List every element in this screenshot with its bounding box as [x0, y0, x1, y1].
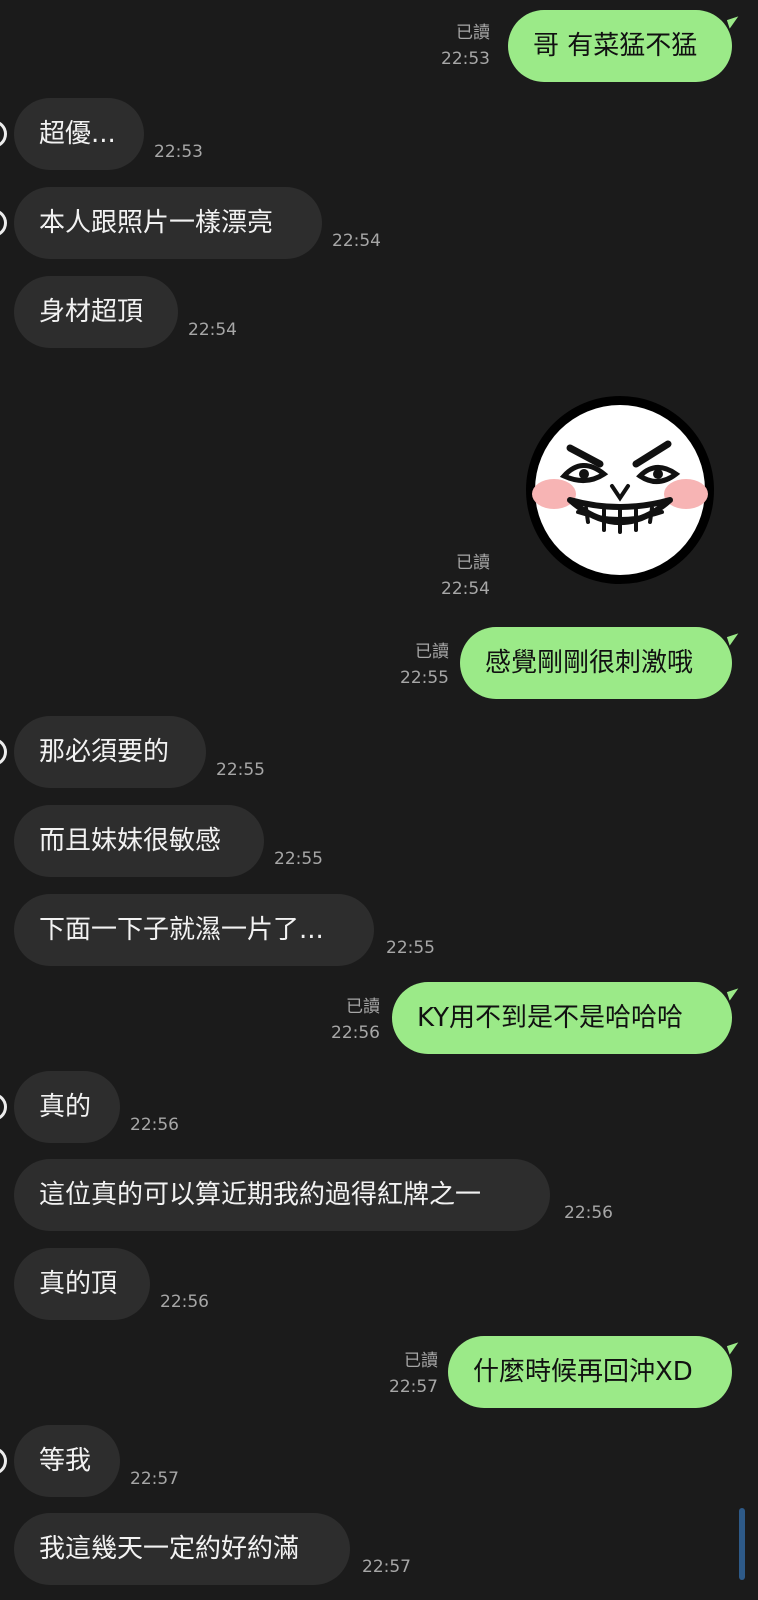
message-row-incoming: 那必須要的 22:55 [0, 716, 758, 788]
message-row-outgoing: 已讀 22:57 什麼時候再回沖XD [0, 1336, 758, 1408]
message-bubble[interactable]: 那必須要的 [14, 716, 206, 788]
message-time: 22:54 [188, 320, 237, 340]
message-time: 22:55 [400, 668, 449, 688]
read-receipt: 已讀 [415, 642, 449, 662]
message-bubble[interactable]: 身材超頂 [14, 276, 178, 348]
message-meta: 已讀 22:55 [400, 639, 449, 691]
message-meta: 已讀 22:57 [389, 1348, 438, 1400]
message-bubble[interactable]: 本人跟照片一樣漂亮 [14, 187, 322, 259]
message-bubble[interactable]: 等我 [14, 1425, 120, 1497]
read-receipt: 已讀 [346, 997, 380, 1017]
message-time: 22:55 [216, 760, 265, 780]
message-row-outgoing: 已讀 22:53 哥 有菜猛不猛 [0, 10, 758, 82]
message-time: 22:56 [160, 1292, 209, 1312]
sender-avatar[interactable] [0, 1093, 7, 1121]
message-time: 22:57 [389, 1377, 438, 1397]
message-bubble[interactable]: 真的 [14, 1071, 120, 1143]
message-time: 22:56 [130, 1115, 179, 1135]
message-row-incoming: 真的 22:56 [0, 1071, 758, 1143]
chat-message-list[interactable]: 已讀 22:53 哥 有菜猛不猛 超優... 22:53 本人跟照片一樣漂亮 2… [0, 0, 758, 1600]
message-bubble[interactable]: KY用不到是不是哈哈哈 [392, 982, 732, 1054]
laughing-moon-face-sticker[interactable] [516, 390, 724, 590]
read-receipt: 已讀 [456, 553, 490, 573]
message-row-incoming: 本人跟照片一樣漂亮 22:54 [0, 187, 758, 259]
message-row-incoming: 下面一下子就濕一片了... 22:55 [0, 894, 758, 966]
message-row-incoming: 這位真的可以算近期我約過得紅牌之一 22:56 [0, 1159, 758, 1231]
message-time: 22:56 [331, 1023, 380, 1043]
message-time: 22:57 [130, 1469, 179, 1489]
message-row-incoming: 身材超頂 22:54 [0, 276, 758, 348]
read-receipt: 已讀 [456, 23, 490, 43]
message-time: 22:54 [441, 579, 490, 599]
sender-avatar[interactable] [0, 209, 7, 237]
message-bubble[interactable]: 真的頂 [14, 1248, 150, 1320]
message-bubble[interactable]: 哥 有菜猛不猛 [508, 10, 732, 82]
message-row-outgoing: 已讀 22:55 感覺剛剛很刺激哦 [0, 627, 758, 699]
message-bubble[interactable]: 什麼時候再回沖XD [448, 1336, 732, 1408]
message-bubble[interactable]: 感覺剛剛很刺激哦 [460, 627, 732, 699]
message-row-incoming: 等我 22:57 [0, 1425, 758, 1497]
message-bubble[interactable]: 而且妹妹很敏感 [14, 805, 264, 877]
message-meta: 已讀 22:56 [331, 994, 380, 1046]
message-time: 22:56 [564, 1203, 613, 1223]
message-row-incoming: 超優... 22:53 [0, 98, 758, 170]
message-bubble[interactable]: 我這幾天一定約好約滿 [14, 1513, 350, 1585]
read-receipt: 已讀 [404, 1351, 438, 1371]
message-bubble[interactable]: 超優... [14, 98, 144, 170]
message-row-incoming: 我這幾天一定約好約滿 22:57 [0, 1513, 758, 1585]
message-meta: 已讀 22:53 [441, 20, 490, 72]
chat-scrollbar[interactable] [739, 1508, 745, 1580]
message-bubble[interactable]: 下面一下子就濕一片了... [14, 894, 374, 966]
message-time: 22:53 [154, 142, 203, 162]
message-time: 22:53 [441, 49, 490, 69]
sender-avatar[interactable] [0, 120, 7, 148]
message-time: 22:57 [362, 1557, 411, 1577]
message-time: 22:55 [274, 849, 323, 869]
message-time: 22:54 [332, 231, 381, 251]
sender-avatar[interactable] [0, 1447, 7, 1475]
message-time: 22:55 [386, 938, 435, 958]
sender-avatar[interactable] [0, 738, 7, 766]
message-row-incoming: 而且妹妹很敏感 22:55 [0, 805, 758, 877]
message-row-incoming: 真的頂 22:56 [0, 1248, 758, 1320]
message-bubble[interactable]: 這位真的可以算近期我約過得紅牌之一 [14, 1159, 550, 1231]
message-row-outgoing: 已讀 22:56 KY用不到是不是哈哈哈 [0, 982, 758, 1054]
message-meta: 已讀 22:54 [441, 550, 490, 602]
